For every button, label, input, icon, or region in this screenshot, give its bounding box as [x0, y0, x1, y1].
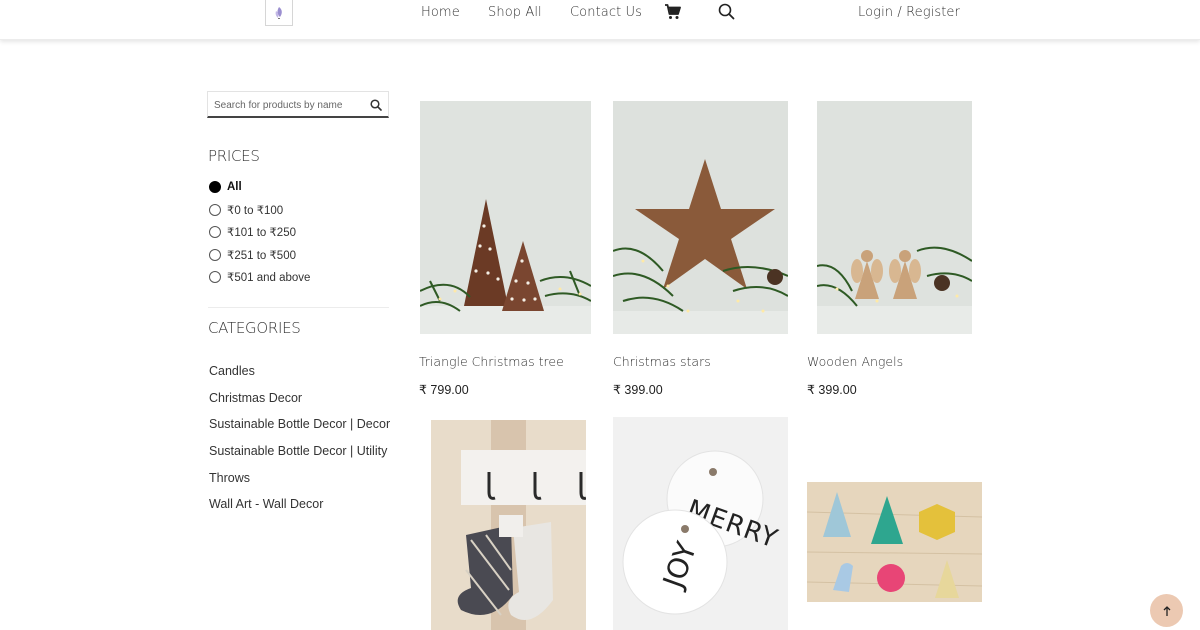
radio-unselected[interactable]: [209, 204, 221, 216]
radio-unselected[interactable]: [209, 249, 221, 261]
price-option-251-500[interactable]: ₹251 to ₹500: [209, 247, 296, 263]
radio-unselected[interactable]: [209, 226, 221, 238]
product-price: ₹ 399.00: [807, 383, 857, 397]
search-submit-icon[interactable]: [370, 98, 382, 116]
product-image-joy-merry-ornaments[interactable]: MERRY JOY: [613, 417, 788, 630]
brand-logo[interactable]: [265, 0, 293, 26]
product-image-fabric-ornaments[interactable]: [807, 482, 982, 602]
price-option-501-above[interactable]: ₹501 and above: [209, 269, 310, 285]
product-price: ₹ 399.00: [613, 383, 663, 397]
price-option-0-100[interactable]: ₹0 to ₹100: [209, 202, 283, 218]
price-option-101-250[interactable]: ₹101 to ₹250: [209, 224, 296, 240]
prices-heading: PRICES: [208, 147, 260, 165]
price-option-label: ₹501 and above: [227, 272, 311, 284]
category-link-bottle-utility[interactable]: Sustainable Bottle Decor | Utility: [209, 444, 387, 458]
price-option-label: ₹101 to ₹250: [227, 227, 296, 239]
login-register-link[interactable]: Login / Register: [858, 5, 960, 20]
category-link-candles[interactable]: Candles: [209, 364, 255, 378]
price-option-label: All: [227, 181, 242, 193]
category-link-bottle-decor[interactable]: Sustainable Bottle Decor | Decor: [209, 417, 390, 431]
product-image-triangle-tree[interactable]: [420, 101, 591, 334]
scroll-to-top-button[interactable]: [1150, 594, 1183, 627]
category-link-christmas-decor[interactable]: Christmas Decor: [209, 391, 302, 405]
sidebar-divider: [208, 307, 389, 308]
product-image-wooden-angels[interactable]: [817, 101, 972, 334]
category-link-throws[interactable]: Throws: [209, 471, 250, 485]
product-name[interactable]: Triangle Christmas tree: [419, 354, 564, 369]
arrow-up-icon: [1163, 605, 1170, 616]
site-header: Home Shop All Contact Us Login / Registe…: [0, 0, 1200, 40]
product-name[interactable]: Wooden Angels: [807, 354, 903, 369]
category-link-wall-art[interactable]: Wall Art - Wall Decor: [209, 497, 323, 511]
radio-selected[interactable]: [209, 181, 221, 193]
cart-icon[interactable]: [664, 4, 681, 25]
product-image-christmas-stars[interactable]: [613, 101, 788, 334]
price-option-label: ₹0 to ₹100: [227, 205, 284, 217]
price-option-all[interactable]: All: [209, 179, 242, 195]
product-search-box: [207, 91, 389, 118]
radio-unselected[interactable]: [209, 271, 221, 283]
product-price: ₹ 799.00: [419, 383, 469, 397]
price-option-label: ₹251 to ₹500: [227, 250, 296, 262]
logo-icon: [275, 6, 282, 19]
nav-shop-all-link[interactable]: Shop All: [488, 5, 542, 20]
product-search-input[interactable]: [214, 96, 364, 114]
categories-heading: CATEGORIES: [208, 319, 301, 337]
product-name[interactable]: Christmas stars: [613, 354, 711, 369]
nav-contact-link[interactable]: Contact Us: [570, 5, 642, 20]
nav-home-link[interactable]: Home: [421, 5, 460, 20]
search-icon[interactable]: [718, 3, 735, 25]
product-image-stockings[interactable]: [431, 420, 586, 630]
